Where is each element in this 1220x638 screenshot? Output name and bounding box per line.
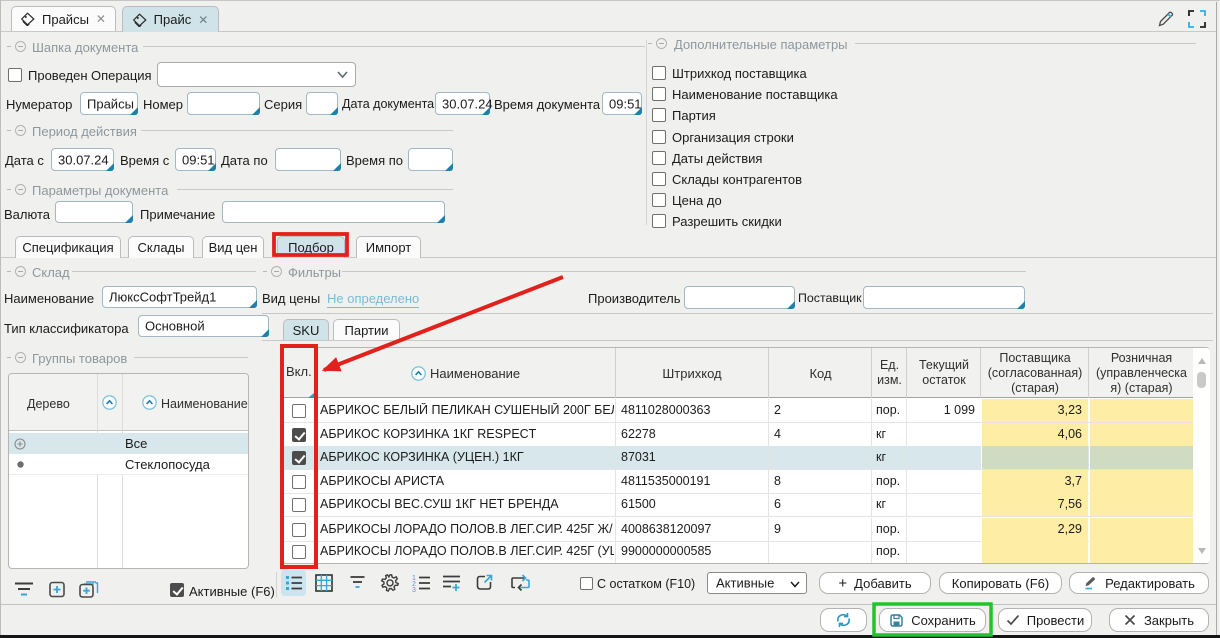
svg-text:3: 3	[412, 587, 416, 592]
